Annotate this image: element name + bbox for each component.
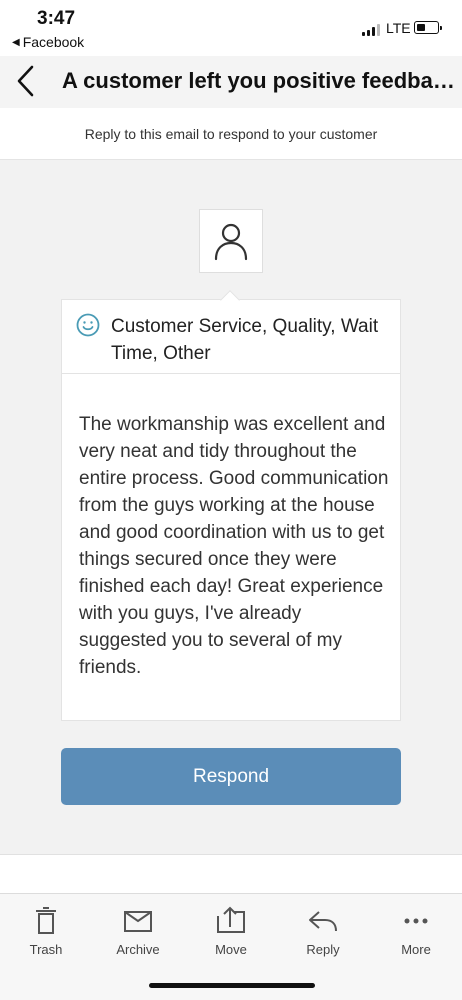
feedback-card: Customer Service, Quality, Wait Time, Ot… xyxy=(61,299,401,721)
feedback-categories: Customer Service, Quality, Wait Time, Ot… xyxy=(111,316,379,364)
move-button[interactable]: Move xyxy=(196,906,266,966)
back-triangle-icon: ◀ xyxy=(12,36,20,48)
respond-button[interactable]: Respond xyxy=(61,748,401,805)
back-app-label: Facebook xyxy=(22,34,85,50)
email-subject: A customer left you positive feedbac... xyxy=(62,68,458,93)
archive-button[interactable]: Archive xyxy=(103,906,173,966)
email-body: Customer Service, Quality, Wait Time, Ot… xyxy=(0,160,462,855)
nav-bar: A customer left you positive feedbac... xyxy=(0,56,462,108)
reply-button[interactable]: Reply xyxy=(288,906,358,966)
move-icon xyxy=(217,906,245,933)
trash-button[interactable]: Trash xyxy=(11,906,81,966)
signal-icon xyxy=(362,24,380,36)
trash-icon xyxy=(36,907,56,934)
archive-label: Archive xyxy=(116,942,160,957)
back-to-app-link[interactable]: ◀ Facebook xyxy=(12,34,84,50)
home-indicator xyxy=(149,983,315,988)
review-text: The workmanship was excellent and very n… xyxy=(79,414,389,678)
network-label: LTE xyxy=(386,20,411,36)
archive-icon xyxy=(124,911,152,932)
more-label: More xyxy=(401,942,431,957)
more-button[interactable]: More xyxy=(381,906,451,966)
smiley-icon xyxy=(76,313,100,337)
status-bar: 3:47 ◀ Facebook LTE xyxy=(0,0,462,56)
trash-label: Trash xyxy=(29,942,63,957)
feedback-header: Customer Service, Quality, Wait Time, Ot… xyxy=(62,300,400,374)
reply-label: Reply xyxy=(306,942,340,957)
status-time: 3:47 xyxy=(37,8,76,29)
person-icon xyxy=(214,223,248,261)
reply-hint: Reply to this email to respond to your c… xyxy=(0,108,462,160)
chevron-left-icon xyxy=(17,65,34,97)
move-label: Move xyxy=(215,942,247,957)
avatar xyxy=(199,209,263,273)
more-icon xyxy=(404,918,428,924)
back-button[interactable] xyxy=(14,64,40,98)
battery-icon xyxy=(414,21,442,34)
reply-icon xyxy=(309,911,337,932)
